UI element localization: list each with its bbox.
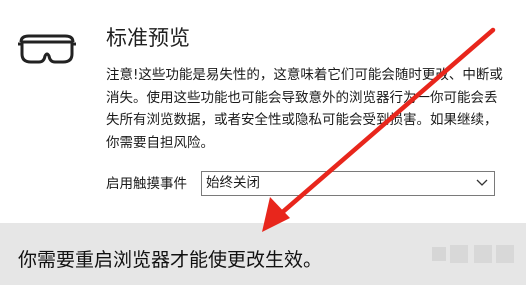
goggles-icon [18, 34, 76, 64]
touch-events-label: 启用触摸事件 [106, 176, 187, 192]
section-title: 标准预览 [106, 26, 190, 50]
touch-events-select[interactable]: 始终关闭 [201, 171, 495, 196]
restart-message: 你需要重启浏览器才能使更改生效。 [18, 249, 323, 271]
warning-text: 注意!这些功能是易失性的，这意味着它们可能会随时更改、中断或消失。使用这些功能也… [106, 67, 503, 151]
chevron-down-icon [476, 179, 488, 186]
watermark-logo [432, 245, 514, 263]
restart-banner: 你需要重启浏览器才能使更改生效。 [0, 223, 526, 285]
touch-events-selected-value: 始终关闭 [206, 175, 260, 191]
